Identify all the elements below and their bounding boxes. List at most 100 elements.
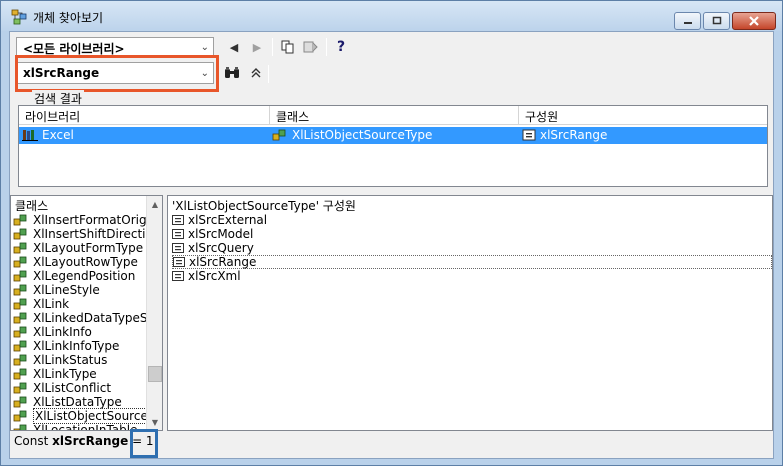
class-icon xyxy=(13,284,27,296)
copy-icon xyxy=(281,40,294,54)
class-list-item[interactable]: XlLink xyxy=(13,297,69,311)
class-list-item-label: XlLinkType xyxy=(33,367,97,381)
member-list-item[interactable]: xlSrcQuery xyxy=(172,241,254,255)
class-list-item-label: XlLayoutFormType xyxy=(33,241,144,255)
back-icon: ◀ xyxy=(229,40,239,54)
class-list-item[interactable]: XlLineStyle xyxy=(13,283,100,297)
scroll-down-icon[interactable]: ▼ xyxy=(147,414,162,430)
enum-constant-icon xyxy=(172,243,184,253)
class-list-item[interactable]: XlLinkInfo xyxy=(13,325,92,339)
class-list-item-label: XlListDataType xyxy=(33,395,122,409)
toolbar-separator xyxy=(326,38,327,56)
class-list-item[interactable]: XlLinkInfoType xyxy=(13,339,119,353)
results-library-text: Excel xyxy=(42,128,74,142)
class-icon xyxy=(13,382,27,394)
class-icon xyxy=(13,326,27,338)
class-list-item-label: XlLocationInTable xyxy=(33,423,138,431)
classes-list[interactable]: 클래스 XlInsertFormatOrigin XlInsertShiftDir… xyxy=(10,195,163,431)
member-list-item[interactable]: xlSrcXml xyxy=(172,269,241,283)
search-results-list[interactable]: 라이브러리 클래스 구성원 Excel XlListObjectSourceTy… xyxy=(18,105,768,187)
view-definition-icon xyxy=(303,41,318,53)
browser-client-area: <모든 라이브러리> ⌄ ◀ ▶ ? xlSrcRange ⌄ 검색 결과 라이… xyxy=(9,31,774,459)
minimize-icon xyxy=(683,22,692,24)
results-column-member[interactable]: 구성원 xyxy=(519,106,767,125)
help-button[interactable]: ? xyxy=(332,38,350,56)
close-button[interactable] xyxy=(732,12,776,30)
library-dropdown[interactable]: <모든 라이브러리> ⌄ xyxy=(16,37,214,56)
enum-constant-icon xyxy=(172,215,184,225)
class-list-item[interactable]: XlLayoutRowType xyxy=(13,255,138,269)
class-list-item-label: XlListObjectSourceType xyxy=(33,408,162,424)
results-column-library[interactable]: 라이브러리 xyxy=(19,106,270,125)
member-list-item[interactable]: xlSrcExternal xyxy=(172,213,267,227)
class-list-item[interactable]: XlLocationInTable xyxy=(13,423,138,431)
maximize-icon xyxy=(712,16,721,25)
toolbar-separator xyxy=(272,38,273,56)
member-list-item[interactable]: xlSrcModel xyxy=(172,227,253,241)
enum-constant-icon xyxy=(172,229,184,239)
classes-scrollbar[interactable]: ▲ ▼ xyxy=(146,196,162,430)
class-list-item[interactable]: XlLinkType xyxy=(13,367,97,381)
scroll-up-icon[interactable]: ▲ xyxy=(147,196,162,212)
class-icon xyxy=(13,312,27,324)
classes-header: 클래스 xyxy=(15,199,49,213)
maximize-button[interactable] xyxy=(703,12,730,30)
class-list-item-label: XlLinkInfo xyxy=(33,325,92,339)
class-list-item[interactable]: XlLinkStatus xyxy=(13,353,107,367)
results-row[interactable]: Excel XlListObjectSourceType xlSrcRange xyxy=(19,127,767,144)
title-bar[interactable]: 개체 찾아보기 xyxy=(1,1,782,31)
details-constant-name: xlSrcRange xyxy=(52,434,129,448)
class-list-item-label: XlLinkStatus xyxy=(33,353,108,367)
class-icon xyxy=(13,354,27,366)
class-list-item-label: XlLineStyle xyxy=(33,283,100,297)
minimize-button[interactable] xyxy=(674,12,701,30)
class-icon xyxy=(13,298,27,310)
class-list-item[interactable]: XlListConflict xyxy=(13,381,111,395)
search-button[interactable] xyxy=(223,64,241,82)
class-icon xyxy=(13,270,27,282)
class-list-item-label: XlLink xyxy=(33,297,70,311)
scrollbar-thumb[interactable] xyxy=(148,366,162,382)
class-icon xyxy=(13,424,27,430)
class-list-item-label: XlInsertShiftDirection xyxy=(33,227,161,241)
class-list-item[interactable]: XlInsertFormatOrigin xyxy=(13,213,158,227)
object-browser-window: 개체 찾아보기 <모든 라이브러리> ⌄ ◀ ▶ ? xlSrcRange ⌄ … xyxy=(0,0,783,466)
class-list-item-label: XlInsertFormatOrigin xyxy=(33,213,158,227)
results-cell-class: XlListObjectSourceType xyxy=(272,128,432,142)
member-list-item-label: xlSrcModel xyxy=(188,227,254,241)
enum-constant-icon xyxy=(173,257,185,267)
class-list-item[interactable]: XlLayoutFormType xyxy=(13,241,143,255)
class-icon xyxy=(13,228,27,240)
forward-button[interactable]: ▶ xyxy=(248,38,266,56)
results-column-class[interactable]: 클래스 xyxy=(270,106,519,125)
member-list-item-label: xlSrcQuery xyxy=(188,241,254,255)
toolbar-separator xyxy=(268,65,269,83)
class-list-item-label: XlLinkedDataTypeState xyxy=(33,311,163,325)
copy-button[interactable] xyxy=(279,38,297,56)
class-list-item-label: XlLegendPosition xyxy=(33,269,136,283)
close-icon xyxy=(749,16,759,26)
results-cell-library: Excel xyxy=(22,128,74,142)
members-list[interactable]: 'XlListObjectSourceType' 구성원 xlSrcExtern… xyxy=(167,195,773,431)
collapse-results-button[interactable] xyxy=(247,64,265,82)
class-icon xyxy=(272,129,286,141)
view-definition-button[interactable] xyxy=(302,38,320,56)
member-list-item-label: xlSrcXml xyxy=(188,269,241,283)
class-list-item[interactable]: XlLinkedDataTypeState xyxy=(13,311,163,325)
class-list-item[interactable]: XlListObjectSourceType xyxy=(13,408,162,424)
class-icon xyxy=(13,396,27,408)
class-list-item-label: XlLinkInfoType xyxy=(33,339,120,353)
class-list-item[interactable]: XlInsertShiftDirection xyxy=(13,227,160,241)
class-list-item[interactable]: XlLegendPosition xyxy=(13,269,135,283)
class-list-item[interactable]: XlListDataType xyxy=(13,395,122,409)
results-member-text: xlSrcRange xyxy=(540,128,608,142)
object-browser-icon xyxy=(11,9,27,25)
class-list-item-label: XlLayoutRowType xyxy=(33,255,138,269)
class-icon xyxy=(13,214,27,226)
member-list-item[interactable]: xlSrcRange xyxy=(172,255,772,269)
collapse-icon xyxy=(251,68,261,78)
chevron-down-icon[interactable]: ⌄ xyxy=(201,42,209,53)
back-button[interactable]: ◀ xyxy=(225,38,243,56)
class-icon xyxy=(13,340,27,352)
results-cell-member: xlSrcRange xyxy=(522,128,607,142)
